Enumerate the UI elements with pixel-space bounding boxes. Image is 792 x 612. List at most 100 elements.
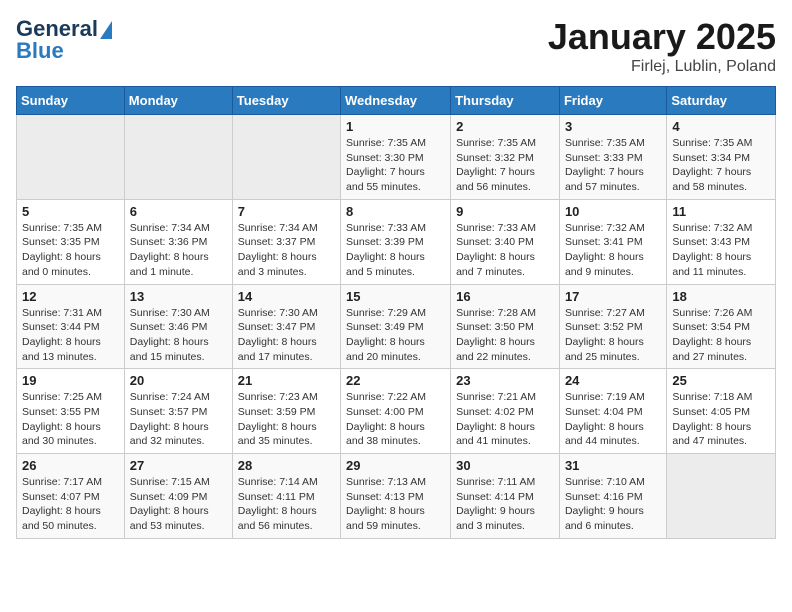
weekday-header-wednesday: Wednesday: [341, 87, 451, 115]
weekday-header-thursday: Thursday: [451, 87, 560, 115]
day-number: 28: [238, 458, 335, 473]
calendar-cell: 16Sunrise: 7:28 AM Sunset: 3:50 PM Dayli…: [451, 284, 560, 369]
calendar-table: SundayMondayTuesdayWednesdayThursdayFrid…: [16, 86, 776, 539]
day-detail: Sunrise: 7:33 AM Sunset: 3:39 PM Dayligh…: [346, 221, 445, 280]
calendar-cell: 24Sunrise: 7:19 AM Sunset: 4:04 PM Dayli…: [559, 369, 666, 454]
day-number: 17: [565, 289, 661, 304]
day-number: 14: [238, 289, 335, 304]
calendar-cell: 18 Sunrise: 7:26 AM Sunset: 3:54 PM Dayli…: [667, 284, 776, 369]
day-number: 5: [22, 204, 119, 219]
day-number: 10: [565, 204, 661, 219]
calendar-cell: 10 Sunrise: 7:32 AM Sunset: 3:41 PM Dayli…: [559, 199, 666, 284]
day-number: 18: [672, 289, 770, 304]
calendar-cell: 17 Sunrise: 7:27 AM Sunset: 3:52 PM Dayli…: [559, 284, 666, 369]
day-detail: Sunrise: 7:14 AM Sunset: 4:11 PM Dayligh…: [238, 475, 335, 534]
day-number: 20: [130, 373, 227, 388]
day-detail: Sunrise: 7:23 AM Sunset: 3:59 PM Dayligh…: [238, 390, 335, 449]
day-detail: Sunrise: 7:35 AM Sunset: 3:30 PM Dayligh…: [346, 136, 445, 195]
day-number: 4: [672, 119, 770, 134]
day-number: 24: [565, 373, 661, 388]
logo: General Blue: [16, 16, 112, 64]
logo-triangle-icon: [100, 21, 112, 39]
day-number: 1: [346, 119, 445, 134]
calendar-cell: 1 Sunrise: 7:35 AM Sunset: 3:30 PM Daylig…: [341, 115, 451, 200]
calendar-cell: 23 Sunrise: 7:21 AM Sunset: 4:02 PM Dayli…: [451, 369, 560, 454]
day-detail: Sunrise: 7:31 AM Sunset: 3:44 PM Dayligh…: [22, 306, 119, 365]
calendar-week-row: 12 Sunrise: 7:31 AM Sunset: 3:44 PM Dayli…: [17, 284, 776, 369]
weekday-header-row: SundayMondayTuesdayWednesdayThursdayFrid…: [17, 87, 776, 115]
day-detail: Sunrise: 7:10 AM Sunset: 4:16 PM Dayligh…: [565, 475, 661, 534]
day-detail: Sunrise: 7:30 AM Sunset: 3:46 PM Dayligh…: [130, 306, 227, 365]
day-detail: Sunrise: 7:15 AM Sunset: 4:09 PM Dayligh…: [130, 475, 227, 534]
day-detail: Sunrise: 7:27 AM Sunset: 3:52 PM Dayligh…: [565, 306, 661, 365]
weekday-header-friday: Friday: [559, 87, 666, 115]
day-detail: Sunrise: 7:29 AM Sunset: 3:49 PM Dayligh…: [346, 306, 445, 365]
calendar-cell: 26Sunrise: 7:17 AM Sunset: 4:07 PM Dayli…: [17, 454, 125, 539]
calendar-cell: 28 Sunrise: 7:14 AM Sunset: 4:11 PM Dayli…: [232, 454, 340, 539]
day-detail: Sunrise: 7:17 AM Sunset: 4:07 PM Dayligh…: [22, 475, 119, 534]
calendar-cell: [232, 115, 340, 200]
day-number: 27: [130, 458, 227, 473]
calendar-cell: 27 Sunrise: 7:15 AM Sunset: 4:09 PM Dayli…: [124, 454, 232, 539]
day-detail: Sunrise: 7:32 AM Sunset: 3:41 PM Dayligh…: [565, 221, 661, 280]
calendar-week-row: 1 Sunrise: 7:35 AM Sunset: 3:30 PM Daylig…: [17, 115, 776, 200]
day-detail: Sunrise: 7:32 AM Sunset: 3:43 PM Dayligh…: [672, 221, 770, 280]
day-number: 30: [456, 458, 554, 473]
weekday-header-saturday: Saturday: [667, 87, 776, 115]
day-detail: Sunrise: 7:30 AM Sunset: 3:47 PM Dayligh…: [238, 306, 335, 365]
calendar-cell: 25 Sunrise: 7:18 AM Sunset: 4:05 PM Dayli…: [667, 369, 776, 454]
weekday-header-sunday: Sunday: [17, 87, 125, 115]
calendar-cell: 29 Sunrise: 7:13 AM Sunset: 4:13 PM Dayli…: [341, 454, 451, 539]
day-detail: Sunrise: 7:24 AM Sunset: 3:57 PM Dayligh…: [130, 390, 227, 449]
day-detail: Sunrise: 7:13 AM Sunset: 4:13 PM Dayligh…: [346, 475, 445, 534]
day-detail: Sunrise: 7:35 AM Sunset: 3:32 PM Dayligh…: [456, 136, 554, 195]
calendar-cell: 6Sunrise: 7:34 AM Sunset: 3:36 PM Daylig…: [124, 199, 232, 284]
calendar-cell: 22Sunrise: 7:22 AM Sunset: 4:00 PM Dayli…: [341, 369, 451, 454]
calendar-cell: 21Sunrise: 7:23 AM Sunset: 3:59 PM Dayli…: [232, 369, 340, 454]
calendar-cell: 2 Sunrise: 7:35 AM Sunset: 3:32 PM Daylig…: [451, 115, 560, 200]
day-detail: Sunrise: 7:26 AM Sunset: 3:54 PM Dayligh…: [672, 306, 770, 365]
day-number: 25: [672, 373, 770, 388]
day-detail: Sunrise: 7:21 AM Sunset: 4:02 PM Dayligh…: [456, 390, 554, 449]
logo-blue: Blue: [16, 38, 64, 64]
calendar-cell: 14 Sunrise: 7:30 AM Sunset: 3:47 PM Dayli…: [232, 284, 340, 369]
day-number: 11: [672, 204, 770, 219]
calendar-cell: 4Sunrise: 7:35 AM Sunset: 3:34 PM Daylig…: [667, 115, 776, 200]
calendar-cell: [667, 454, 776, 539]
calendar-cell: 3Sunrise: 7:35 AM Sunset: 3:33 PM Daylig…: [559, 115, 666, 200]
day-detail: Sunrise: 7:35 AM Sunset: 3:35 PM Dayligh…: [22, 221, 119, 280]
day-number: 19: [22, 373, 119, 388]
calendar-title-block: January 2025 Firlej, Lublin, Poland: [548, 16, 776, 76]
day-number: 13: [130, 289, 227, 304]
calendar-cell: 8 Sunrise: 7:33 AM Sunset: 3:39 PM Daylig…: [341, 199, 451, 284]
day-number: 9: [456, 204, 554, 219]
calendar-cell: 7Sunrise: 7:34 AM Sunset: 3:37 PM Daylig…: [232, 199, 340, 284]
calendar-cell: 13 Sunrise: 7:30 AM Sunset: 3:46 PM Dayli…: [124, 284, 232, 369]
calendar-cell: 15 Sunrise: 7:29 AM Sunset: 3:49 PM Dayli…: [341, 284, 451, 369]
day-detail: Sunrise: 7:34 AM Sunset: 3:37 PM Dayligh…: [238, 221, 335, 280]
day-number: 2: [456, 119, 554, 134]
calendar-cell: 19Sunrise: 7:25 AM Sunset: 3:55 PM Dayli…: [17, 369, 125, 454]
weekday-header-monday: Monday: [124, 87, 232, 115]
day-detail: Sunrise: 7:28 AM Sunset: 3:50 PM Dayligh…: [456, 306, 554, 365]
day-number: 15: [346, 289, 445, 304]
calendar-title: January 2025: [548, 16, 776, 58]
day-detail: Sunrise: 7:34 AM Sunset: 3:36 PM Dayligh…: [130, 221, 227, 280]
calendar-week-row: 5 Sunrise: 7:35 AM Sunset: 3:35 PM Daylig…: [17, 199, 776, 284]
calendar-week-row: 26Sunrise: 7:17 AM Sunset: 4:07 PM Dayli…: [17, 454, 776, 539]
calendar-cell: 20 Sunrise: 7:24 AM Sunset: 3:57 PM Dayli…: [124, 369, 232, 454]
calendar-cell: 11 Sunrise: 7:32 AM Sunset: 3:43 PM Dayli…: [667, 199, 776, 284]
page-header: General Blue January 2025 Firlej, Lublin…: [16, 16, 776, 76]
calendar-cell: [17, 115, 125, 200]
calendar-cell: 31Sunrise: 7:10 AM Sunset: 4:16 PM Dayli…: [559, 454, 666, 539]
day-number: 12: [22, 289, 119, 304]
day-number: 29: [346, 458, 445, 473]
calendar-cell: 30 Sunrise: 7:11 AM Sunset: 4:14 PM Dayli…: [451, 454, 560, 539]
calendar-cell: 5 Sunrise: 7:35 AM Sunset: 3:35 PM Daylig…: [17, 199, 125, 284]
calendar-cell: [124, 115, 232, 200]
day-detail: Sunrise: 7:11 AM Sunset: 4:14 PM Dayligh…: [456, 475, 554, 534]
day-number: 23: [456, 373, 554, 388]
day-number: 22: [346, 373, 445, 388]
day-detail: Sunrise: 7:18 AM Sunset: 4:05 PM Dayligh…: [672, 390, 770, 449]
day-number: 8: [346, 204, 445, 219]
